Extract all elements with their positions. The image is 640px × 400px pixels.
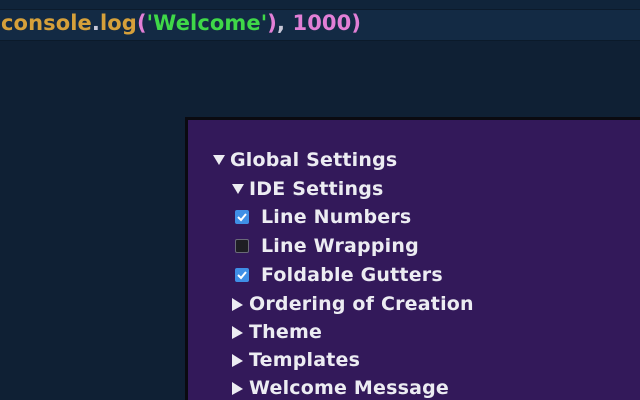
code-token-dot: .: [91, 11, 100, 35]
checkbox-checked-icon[interactable]: [235, 268, 249, 282]
option-line-numbers[interactable]: Line Numbers: [235, 204, 411, 230]
tree-item-templates[interactable]: Templates: [231, 347, 360, 373]
option-foldable-gutters[interactable]: Foldable Gutters: [235, 262, 443, 288]
tree-item-label: Templates: [249, 349, 361, 371]
editor-window: console.log('Welcome'), 1000) Global Set…: [0, 0, 640, 400]
code-token-comma: ,: [276, 11, 286, 35]
checkbox-checked-icon[interactable]: [235, 210, 249, 224]
option-label: Line Wrapping: [261, 235, 419, 257]
code-token-string: 'Welcome': [146, 11, 268, 35]
checkbox-unchecked-icon[interactable]: [235, 239, 249, 253]
tree-item-theme[interactable]: Theme: [231, 319, 322, 345]
triangle-right-icon[interactable]: [231, 291, 249, 317]
code-token-close-paren-2: ): [351, 11, 362, 35]
option-label: Foldable Gutters: [261, 264, 443, 286]
tree-item-welcome-message[interactable]: Welcome Message: [231, 375, 449, 400]
triangle-right-icon[interactable]: [231, 375, 249, 400]
tree-item-label: Welcome Message: [249, 377, 450, 399]
code-token-console: console: [1, 11, 92, 35]
triangle-right-icon[interactable]: [231, 319, 249, 345]
triangle-down-icon[interactable]: [231, 176, 249, 202]
tree-item-global-settings[interactable]: Global Settings: [212, 147, 397, 173]
settings-panel: Global Settings IDE Settings Line Number…: [185, 117, 640, 400]
triangle-right-icon[interactable]: [231, 347, 249, 373]
tree-item-ide-settings[interactable]: IDE Settings: [231, 176, 384, 202]
option-label: Line Numbers: [261, 206, 412, 228]
tree-item-label: Theme: [249, 321, 323, 343]
option-line-wrapping[interactable]: Line Wrapping: [235, 233, 419, 259]
code-token-number: 1000: [292, 11, 352, 35]
tree-item-label: Global Settings: [230, 149, 398, 171]
code-token-close-paren: ): [267, 11, 277, 35]
tree-item-ordering-of-creation[interactable]: Ordering of Creation: [231, 291, 474, 317]
tree-item-label: Ordering of Creation: [249, 293, 474, 315]
code-token-log: log: [99, 11, 137, 35]
code-token-open-paren: (: [136, 11, 147, 35]
code-line[interactable]: console.log('Welcome'), 1000): [0, 10, 640, 41]
triangle-down-icon[interactable]: [212, 147, 230, 173]
editor-line-above: [0, 0, 640, 10]
tree-item-label: IDE Settings: [249, 178, 384, 200]
